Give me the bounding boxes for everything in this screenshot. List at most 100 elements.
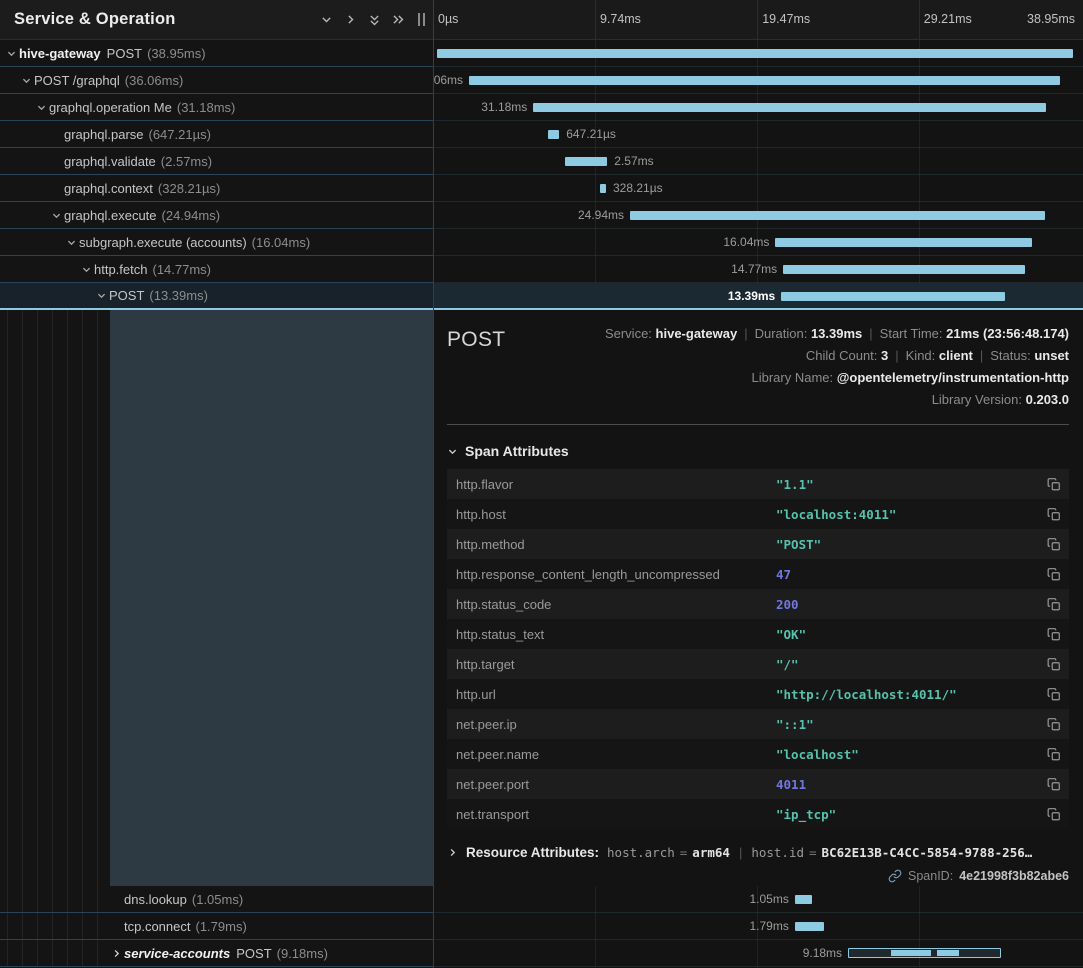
span-tree-row[interactable]: subgraph.execute (accounts)(16.04ms) — [0, 229, 433, 256]
span-duration-label: 647.21µs — [566, 127, 616, 141]
span-bar[interactable] — [565, 157, 607, 166]
copy-icon[interactable] — [1039, 777, 1061, 792]
span-bar[interactable] — [783, 265, 1025, 274]
attribute-row: net.peer.name"localhost" — [447, 739, 1069, 769]
copy-icon[interactable] — [1039, 747, 1061, 762]
span-bar[interactable] — [795, 895, 812, 904]
span-bar[interactable] — [775, 238, 1032, 247]
timeline-panel: 0µs9.74ms19.47ms29.21ms38.95ms 38.95ms36… — [434, 0, 1083, 968]
ruler-tick-label: 38.95ms — [1027, 12, 1075, 26]
copy-icon[interactable] — [1039, 567, 1061, 582]
span-tree-row[interactable]: graphql.execute(24.94ms) — [0, 202, 433, 229]
span-tree-row[interactable]: graphql.operation Me(31.18ms) — [0, 94, 433, 121]
chevron-right-icon[interactable] — [109, 948, 124, 959]
span-tree-row[interactable]: POST /graphql(36.06ms) — [0, 67, 433, 94]
span-tree-row[interactable]: http.fetch(14.77ms) — [0, 256, 433, 283]
span-duration: (1.05ms) — [192, 892, 243, 907]
span-bar[interactable] — [630, 211, 1045, 220]
span-duration-label: 2.57ms — [614, 154, 653, 168]
chevron-right-icon[interactable] — [338, 8, 362, 32]
copy-icon[interactable] — [1039, 507, 1061, 522]
attribute-value: "localhost" — [776, 747, 1039, 762]
span-duration-label: 1.05ms — [750, 892, 789, 906]
span-tree-row[interactable]: dns.lookup(1.05ms) — [0, 886, 433, 913]
ruler-tick-label: 19.47ms — [762, 12, 810, 26]
attribute-value: 47 — [776, 567, 1039, 582]
meta-value: 0.203.0 — [1026, 392, 1069, 407]
chevron-down-icon[interactable] — [314, 8, 338, 32]
copy-icon[interactable] — [1039, 717, 1061, 732]
span-bar[interactable] — [469, 76, 1060, 85]
chevron-down-icon[interactable] — [49, 210, 64, 221]
timeline-rows-top: 38.95ms36.06ms31.18ms647.21µs2.57ms328.2… — [434, 40, 1083, 310]
span-attributes-table: http.flavor"1.1"http.host"localhost:4011… — [447, 469, 1069, 829]
expand-all-icon[interactable] — [386, 8, 410, 32]
chevron-down-icon[interactable] — [94, 290, 109, 301]
attribute-row: http.flavor"1.1" — [447, 469, 1069, 499]
ruler-gridline — [757, 0, 758, 39]
span-detail-title: POST — [447, 323, 505, 411]
chevron-down-icon[interactable] — [34, 102, 49, 113]
span-bar[interactable] — [795, 922, 824, 931]
timeline-row: 14.77ms — [434, 256, 1083, 283]
meta-label: Start Time: — [880, 326, 946, 341]
span-bar[interactable] — [781, 292, 1005, 301]
copy-icon[interactable] — [1039, 807, 1061, 822]
link-icon[interactable] — [888, 869, 902, 883]
panel-resize-handle[interactable] — [418, 13, 425, 26]
span-tree-lower: dns.lookup(1.05ms)tcp.connect(1.79ms)ser… — [0, 310, 433, 967]
meta-value: @opentelemetry/instrumentation-http — [837, 370, 1069, 385]
span-tree-row[interactable]: hive-gatewayPOST(38.95ms) — [0, 40, 433, 67]
span-id-row: SpanID: 4e21998f3b82abe6 — [447, 869, 1069, 883]
span-attributes-title: Span Attributes — [465, 443, 569, 459]
service-name: service-accounts — [124, 946, 230, 961]
copy-icon[interactable] — [1039, 687, 1061, 702]
collapse-all-icon[interactable] — [362, 8, 386, 32]
span-bar[interactable] — [848, 948, 1001, 958]
span-tree-row[interactable]: POST(13.39ms) — [0, 283, 433, 310]
resource-pair: host.id=BC62E13B-C4CC-5854-9788-256… — [751, 845, 1032, 860]
span-duration-label: 9.18ms — [803, 946, 842, 960]
span-tree-row[interactable]: graphql.parse(647.21µs) — [0, 121, 433, 148]
copy-icon[interactable] — [1039, 627, 1061, 642]
ruler-gridline — [595, 0, 596, 39]
attribute-row: net.peer.ip"::1" — [447, 709, 1069, 739]
span-tree-row[interactable]: tcp.connect(1.79ms) — [0, 913, 433, 940]
span-duration-label: 1.79ms — [750, 919, 789, 933]
attribute-value: "/" — [776, 657, 1039, 672]
span-bar[interactable] — [548, 130, 559, 139]
timeline-row: 31.18ms — [434, 94, 1083, 121]
copy-icon[interactable] — [1039, 597, 1061, 612]
attribute-value: "ip_tcp" — [776, 807, 1039, 822]
chevron-down-icon[interactable] — [4, 48, 19, 59]
span-duration-label: 24.94ms — [578, 208, 624, 222]
span-meta-line: Library Name: @opentelemetry/instrumenta… — [505, 367, 1069, 389]
chevron-down-icon[interactable] — [19, 75, 34, 86]
attribute-row: http.url"http://localhost:4011/" — [447, 679, 1069, 709]
copy-icon[interactable] — [1039, 657, 1061, 672]
span-duration: (328.21µs) — [158, 181, 220, 196]
operation-name: graphql.execute — [64, 208, 157, 223]
meta-label: Status: — [990, 348, 1034, 363]
timeline-row: 13.39ms — [434, 283, 1083, 310]
chevron-down-icon[interactable] — [79, 264, 94, 275]
tree-header: Service & Operation — [0, 0, 433, 40]
span-tree-row[interactable]: graphql.context(328.21µs) — [0, 175, 433, 202]
meta-label: Service: — [605, 326, 656, 341]
span-attributes-header[interactable]: Span Attributes — [447, 443, 1069, 459]
span-bar[interactable] — [533, 103, 1046, 112]
span-tree-top: hive-gatewayPOST(38.95ms)POST /graphql(3… — [0, 40, 433, 310]
attribute-row: http.status_text"OK" — [447, 619, 1069, 649]
span-duration-label: 328.21µs — [613, 181, 663, 195]
span-bar[interactable] — [600, 184, 606, 193]
chevron-down-icon[interactable] — [64, 237, 79, 248]
attribute-row: http.response_content_length_uncompresse… — [447, 559, 1069, 589]
attribute-row: net.peer.port4011 — [447, 769, 1069, 799]
copy-icon[interactable] — [1039, 537, 1061, 552]
span-tree-row[interactable]: service-accountsPOST(9.18ms) — [0, 940, 433, 967]
resource-attributes-row[interactable]: Resource Attributes: host.arch=arm64|hos… — [447, 845, 1069, 860]
span-tree-row[interactable]: graphql.validate(2.57ms) — [0, 148, 433, 175]
span-bar[interactable] — [437, 49, 1072, 58]
operation-name: http.fetch — [94, 262, 147, 277]
copy-icon[interactable] — [1039, 477, 1061, 492]
